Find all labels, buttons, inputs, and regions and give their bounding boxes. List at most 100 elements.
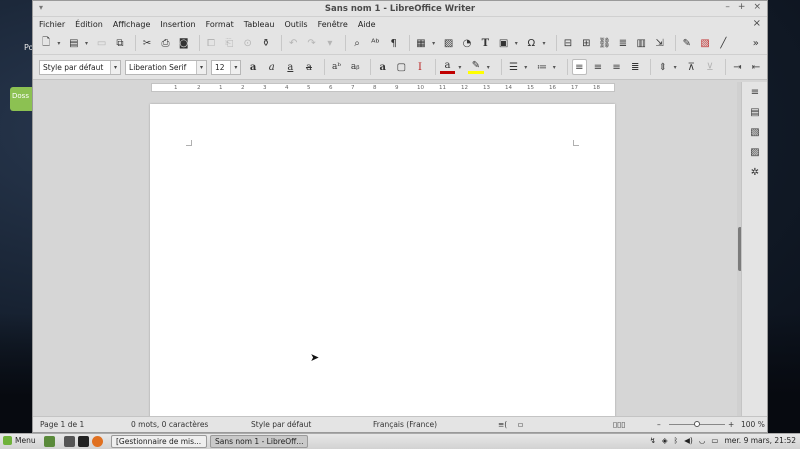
navigator-compass-icon[interactable]: ✲ <box>742 162 768 182</box>
spellcheck-icon[interactable]: ᴬᵇ <box>368 35 382 51</box>
print-preview-icon[interactable]: ◙ <box>177 35 191 51</box>
single-page-view-icon[interactable]: ▯▯▯ <box>613 420 625 429</box>
bold-icon[interactable]: a <box>245 59 261 75</box>
menu-format[interactable]: Format <box>206 20 234 29</box>
basic-shapes-icon[interactable]: ▧ <box>698 35 712 51</box>
table-dropdown-icon[interactable]: ▾ <box>432 40 437 47</box>
page-icon[interactable]: ▧ <box>742 122 768 142</box>
zoom-slider-knob[interactable] <box>694 421 700 427</box>
undo-icon[interactable]: ↶ <box>286 35 300 51</box>
start-menu-button[interactable]: Menu <box>3 436 36 445</box>
align-right-icon[interactable]: ≡ <box>609 59 625 75</box>
network-icon[interactable]: ↯ <box>650 436 656 445</box>
justify-icon[interactable]: ≣ <box>627 59 643 75</box>
export-pdf-icon[interactable]: ⧉ <box>113 35 127 51</box>
chevron-down-icon[interactable]: ▾ <box>196 60 207 74</box>
bullet-list-dropdown-icon[interactable]: ▾ <box>524 64 530 71</box>
strikethrough-icon[interactable]: a <box>301 59 317 75</box>
page-count[interactable]: Page 1 de 1 <box>40 420 84 429</box>
maximize-button[interactable]: + <box>738 2 746 12</box>
hyperlink-icon[interactable]: ⛓ <box>597 35 611 51</box>
wifi-icon[interactable]: ◡ <box>699 436 706 445</box>
page-style[interactable]: Style par défaut <box>251 420 311 429</box>
new-document-icon[interactable]: 🗋 <box>39 35 53 51</box>
open-icon[interactable]: ▤ <box>67 35 81 51</box>
highlight-icon[interactable]: ✎ <box>468 60 484 74</box>
paragraph-style-combo[interactable]: Style par défaut ▾ <box>39 59 122 75</box>
copy-icon[interactable]: ⧠ <box>204 35 218 51</box>
save-icon[interactable]: ▭ <box>94 35 108 51</box>
field-dropdown-icon[interactable]: ▾ <box>515 40 520 47</box>
zoom-out-button[interactable]: – <box>657 420 661 429</box>
bullet-list-icon[interactable]: ☰ <box>506 59 522 75</box>
cut-icon[interactable]: ✂ <box>140 35 154 51</box>
insert-mode-icon[interactable]: ≡( <box>498 420 507 429</box>
files-icon[interactable] <box>64 436 75 447</box>
page-break-icon[interactable]: ⊟ <box>561 35 575 51</box>
formatting-marks-icon[interactable]: ¶ <box>387 35 401 51</box>
superscript-icon[interactable]: aᵇ <box>329 59 345 75</box>
taskbar-item-active[interactable]: Sans nom 1 - LibreOff... <box>210 435 308 448</box>
menu-fenetre[interactable]: Fenêtre <box>318 20 348 29</box>
firefox-icon[interactable] <box>92 436 103 447</box>
close-document-button[interactable]: × <box>753 18 761 29</box>
volume-icon[interactable]: ◀) <box>684 436 693 445</box>
comment-icon[interactable]: ▥ <box>634 35 648 51</box>
font-name-combo[interactable]: Liberation Serif ▾ <box>125 59 208 75</box>
word-count[interactable]: 0 mots, 0 caractères <box>131 420 208 429</box>
decrease-indent-icon[interactable]: ⇤ <box>748 59 764 75</box>
line-spacing-dropdown-icon[interactable]: ▾ <box>674 64 680 71</box>
menu-aide[interactable]: Aide <box>358 20 376 29</box>
language-indicator[interactable]: Français (France) <box>373 420 437 429</box>
insert-textbox-icon[interactable]: T <box>478 35 492 51</box>
properties-icon[interactable]: ▤ <box>742 102 768 122</box>
horizontal-ruler[interactable]: 1 2 1 2 3 4 5 6 7 8 9 10 11 12 13 14 15 … <box>151 83 615 92</box>
menu-affichage[interactable]: Affichage <box>113 20 151 29</box>
align-center-icon[interactable]: ≡ <box>590 59 606 75</box>
terminal-icon[interactable] <box>78 436 89 447</box>
numbered-list-dropdown-icon[interactable]: ▾ <box>553 64 559 71</box>
font-size-combo[interactable]: 12 ▾ <box>211 59 242 75</box>
increase-paragraph-spacing-icon[interactable]: ⊼ <box>683 59 699 75</box>
italic-icon[interactable]: a <box>264 59 280 75</box>
navigator-icon[interactable]: ⊞ <box>579 35 593 51</box>
clone-formatting-icon[interactable]: ⊙ <box>240 35 254 51</box>
document-modified-icon[interactable]: ▫ <box>518 420 523 429</box>
menu-tableau[interactable]: Tableau <box>244 20 275 29</box>
document-page[interactable] <box>150 104 615 418</box>
clock[interactable]: mer. 9 mars, 21:52 <box>724 436 796 445</box>
align-left-icon[interactable]: ≡ <box>571 59 588 75</box>
insert-table-icon[interactable]: ▦ <box>414 35 428 51</box>
battery-icon[interactable]: ▭ <box>711 436 718 445</box>
special-char-dropdown-icon[interactable]: ▾ <box>543 40 548 47</box>
insert-image-icon[interactable]: ▨ <box>441 35 455 51</box>
open-dropdown-icon[interactable]: ▾ <box>85 40 90 47</box>
font-color-dropdown-icon[interactable]: ▾ <box>458 64 464 71</box>
footnote-icon[interactable]: ≣ <box>616 35 630 51</box>
line-spacing-icon[interactable]: ⇕ <box>655 59 671 75</box>
title-bar[interactable]: ▾ Sans nom 1 - LibreOffice Writer – + × <box>33 1 767 17</box>
subscript-icon[interactable]: aᵦ <box>347 59 363 75</box>
minimize-button[interactable]: – <box>725 2 730 12</box>
new-dropdown-icon[interactable]: ▾ <box>57 40 62 47</box>
paint-bucket-icon[interactable]: ⚱ <box>259 35 273 51</box>
zoom-level[interactable]: 100 % <box>741 420 765 429</box>
show-desktop-icon[interactable] <box>44 436 55 447</box>
print-icon[interactable]: ⎙ <box>158 35 172 51</box>
decrease-paragraph-spacing-icon[interactable]: ⊻ <box>702 59 718 75</box>
numbered-list-icon[interactable]: ≔ <box>534 59 550 75</box>
bluetooth-icon[interactable]: ᛒ <box>674 436 679 445</box>
close-button[interactable]: × <box>753 2 761 12</box>
draw-icon[interactable]: ✎ <box>680 35 694 51</box>
chevron-down-icon[interactable]: ▾ <box>230 60 241 74</box>
toolbar-overflow-icon[interactable]: » <box>749 35 763 51</box>
clear-formatting-icon[interactable]: I <box>412 59 428 75</box>
menu-fichier[interactable]: Fichier <box>39 20 65 29</box>
zoom-in-button[interactable]: + <box>728 420 734 429</box>
line-icon[interactable]: ╱ <box>716 35 730 51</box>
menu-insertion[interactable]: Insertion <box>160 20 195 29</box>
insert-field-icon[interactable]: ▣ <box>496 35 510 51</box>
shadow-icon[interactable]: a <box>375 59 391 75</box>
gallery-icon[interactable]: ▨ <box>742 142 768 162</box>
outline-icon[interactable]: ▢ <box>394 59 410 75</box>
